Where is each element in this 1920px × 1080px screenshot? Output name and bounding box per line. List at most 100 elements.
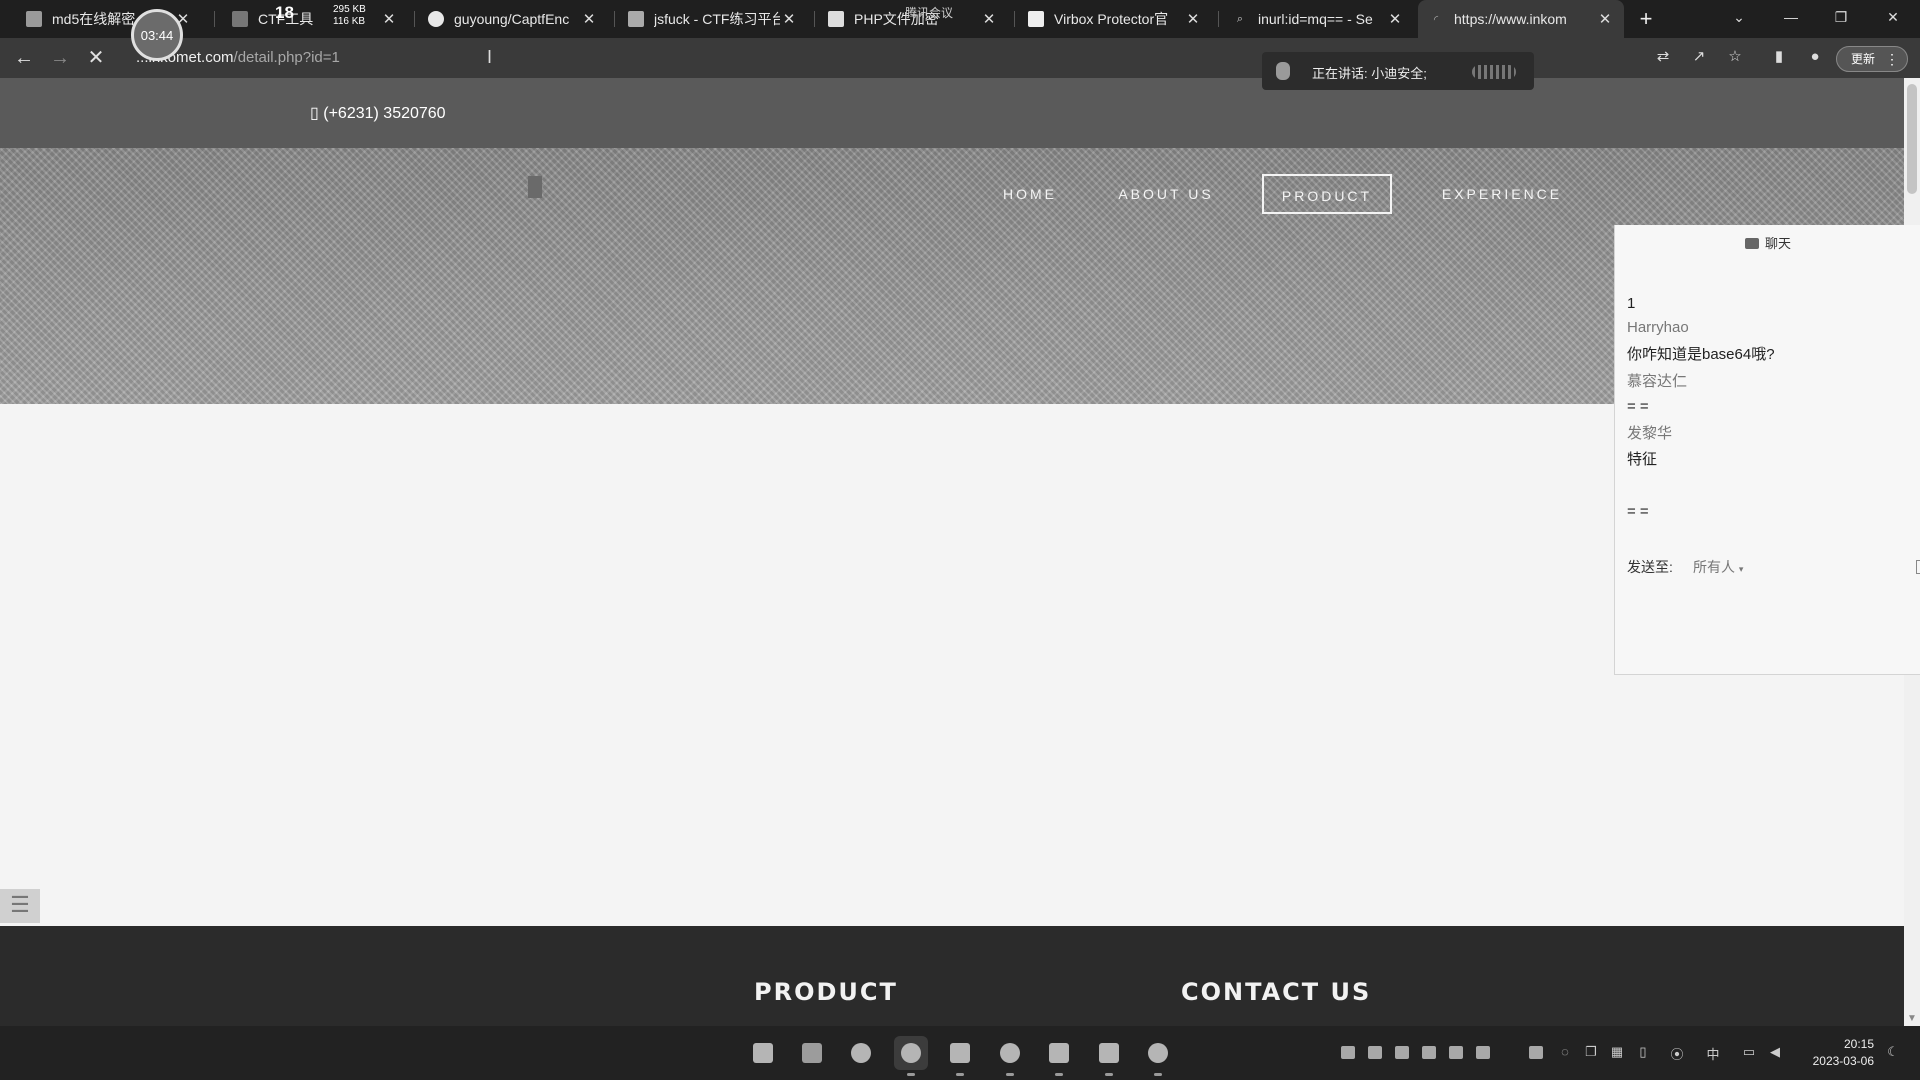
chat-sender: Harryhao (1627, 319, 1689, 336)
tray-app-icon[interactable] (1395, 1046, 1409, 1059)
ime-indicator[interactable]: 中 (1704, 1044, 1722, 1062)
footer-product-heading: PRODUCT (754, 978, 898, 1006)
window-close-button[interactable]: ✕ (1870, 0, 1916, 34)
clock-time: 20:15 (1843, 1037, 1874, 1051)
tray-app-icon[interactable]: ▦ (1608, 1044, 1626, 1060)
app-icon[interactable] (943, 1036, 977, 1076)
chat-icon (1744, 238, 1759, 249)
scroll-down-icon[interactable]: ▼ (1907, 1013, 1917, 1024)
close-icon[interactable]: ✕ (1184, 10, 1202, 28)
update-button[interactable]: 更新 ⋮ (1836, 46, 1908, 72)
tray-window-icon[interactable]: ❐ (1582, 1044, 1600, 1060)
tab-ctf-tools[interactable]: CTF工具 ✕ (222, 0, 408, 38)
update-label: 更新 (1851, 52, 1876, 66)
speaking-text: 正在讲话: 小迪安全; (1312, 66, 1427, 81)
tray-shield-icon[interactable] (1368, 1046, 1382, 1059)
send-to-label: 发送至: (1627, 559, 1673, 575)
scrollbar-thumb[interactable] (1907, 84, 1917, 194)
github-icon (428, 11, 444, 27)
share-icon[interactable]: ↗ (1688, 46, 1710, 68)
tab-search[interactable]: ⌕ inurl:id=mq== - Se ✕ (1222, 0, 1414, 38)
menu-dots-icon[interactable]: ⋮ (1885, 47, 1899, 71)
net-download: 116 KB (333, 16, 366, 27)
app-icon[interactable] (993, 1036, 1027, 1076)
tray-battery-icon[interactable]: ▯ (1634, 1044, 1652, 1060)
notification-icon[interactable]: ☾ (1884, 1044, 1902, 1060)
nav-about-us[interactable]: ABOUT US (1112, 174, 1220, 214)
tray-app-icon[interactable] (1341, 1046, 1355, 1059)
tray-app-icon[interactable] (1449, 1046, 1463, 1059)
speaking-indicator: 正在讲话: 小迪安全; (1262, 52, 1534, 90)
restore-button[interactable]: ❐ (1818, 0, 1864, 34)
tab-github[interactable]: guyoung/CaptfEnc ✕ (418, 0, 608, 38)
tab-virbox[interactable]: Virbox Protector官 ✕ (1018, 0, 1212, 38)
bookmark-star-icon[interactable]: ☆ (1724, 46, 1746, 68)
chat-header: 聊天 (1615, 233, 1920, 252)
tab-title: https://www.inkom (1454, 11, 1567, 27)
footer-contact-heading: CONTACT US (1181, 978, 1372, 1006)
close-icon[interactable]: ✕ (780, 10, 798, 28)
tray-app-icon[interactable] (1476, 1046, 1490, 1059)
phone-number: ▯ (+6231) 3520760 (310, 103, 446, 123)
close-icon[interactable]: ✕ (580, 10, 598, 28)
search-icon: ⌕ (1236, 12, 1244, 25)
page-icon (1028, 11, 1044, 27)
recipient-select[interactable]: 所有人 ▾ (1693, 557, 1743, 577)
volume-icon[interactable]: ◀ (1766, 1044, 1784, 1060)
tray-app-icon[interactable] (1529, 1046, 1543, 1059)
minimize-button[interactable]: — (1768, 0, 1814, 34)
tray-network-icon[interactable]: ◌ (1556, 1044, 1574, 1060)
start-menu-icon[interactable] (746, 1036, 780, 1070)
nav-home[interactable]: HOME (990, 174, 1070, 214)
recording-timer: 03:44 (131, 9, 183, 61)
app-icon[interactable] (1141, 1036, 1175, 1076)
net-counter: 18 (275, 3, 294, 22)
close-icon[interactable]: ✕ (980, 10, 998, 28)
file-explorer-icon[interactable] (795, 1036, 829, 1070)
close-icon[interactable]: ✕ (1596, 10, 1614, 28)
tab-inkomet-active[interactable]: ◜ https://www.inkom ✕ (1418, 0, 1624, 38)
menu-toggle-icon[interactable]: ☰ (0, 889, 40, 923)
app-icon[interactable] (1042, 1036, 1076, 1076)
back-button[interactable]: ← (10, 44, 38, 72)
chat-message: 你咋知道是base64哦? (1627, 346, 1775, 363)
tab-title: inurl:id=mq== - Se (1258, 11, 1373, 27)
recipient-value: 所有人 (1693, 559, 1735, 575)
chat-message: = = (1627, 398, 1649, 415)
stop-loading-button[interactable]: ✕ (82, 44, 110, 72)
tab-jsfuck[interactable]: jsfuck - CTF练习平台 ✕ (618, 0, 808, 38)
logo-mark (528, 176, 542, 198)
app-icon[interactable] (1092, 1036, 1126, 1076)
taskbar: ◌ ❐ ▦ ▯ ⦿ 中 ▭ ◀ 20:15 2023-03-06 ☾ (0, 1026, 1920, 1080)
tray-microphone-icon[interactable]: ⦿ (1668, 1044, 1686, 1062)
tray-display-icon[interactable]: ▭ (1740, 1044, 1758, 1060)
chat-message: 1 (1627, 295, 1636, 312)
new-tab-button[interactable]: + (1632, 5, 1660, 33)
tray-app-icon[interactable] (1422, 1046, 1436, 1059)
side-panel-icon[interactable]: ▮ (1768, 46, 1790, 68)
chrome-browser-icon[interactable] (894, 1036, 928, 1076)
browser-toolbar: ← → ✕ ...inkomet.com/detail.php?id=1 I ⇄… (0, 38, 1920, 78)
close-icon[interactable]: ✕ (380, 10, 398, 28)
system-clock[interactable]: 20:15 2023-03-06 (1796, 1036, 1874, 1070)
chat-sender: 发黎华 (1627, 425, 1673, 442)
profile-icon[interactable]: ● (1804, 46, 1826, 68)
nav-experience[interactable]: EXPERIENCE (1434, 174, 1570, 214)
forward-button[interactable]: → (46, 44, 74, 72)
loading-icon: ◜ (1433, 13, 1439, 26)
tab-search-dropdown-icon[interactable]: ⌄ (1716, 0, 1762, 34)
net-upload: 295 KB (333, 4, 366, 15)
translate-icon[interactable]: ⇄ (1652, 46, 1674, 68)
close-icon[interactable]: ✕ (1386, 10, 1404, 28)
address-path: /detail.php?id=1 (233, 49, 340, 66)
site-footer: PRODUCT CONTACT US (0, 926, 1904, 1026)
chat-input-edge[interactable] (1916, 560, 1920, 574)
address-bar[interactable]: ...inkomet.com/detail.php?id=1 (130, 44, 1270, 72)
clock-date: 2023-03-06 (1812, 1054, 1874, 1068)
chat-message: = = (1627, 503, 1649, 520)
meeting-label: 腾讯会议 (905, 6, 954, 20)
nav-product[interactable]: PRODUCT (1262, 174, 1392, 214)
edge-browser-icon[interactable] (844, 1036, 878, 1070)
page-icon (26, 11, 42, 27)
microphone-icon (1276, 62, 1290, 80)
